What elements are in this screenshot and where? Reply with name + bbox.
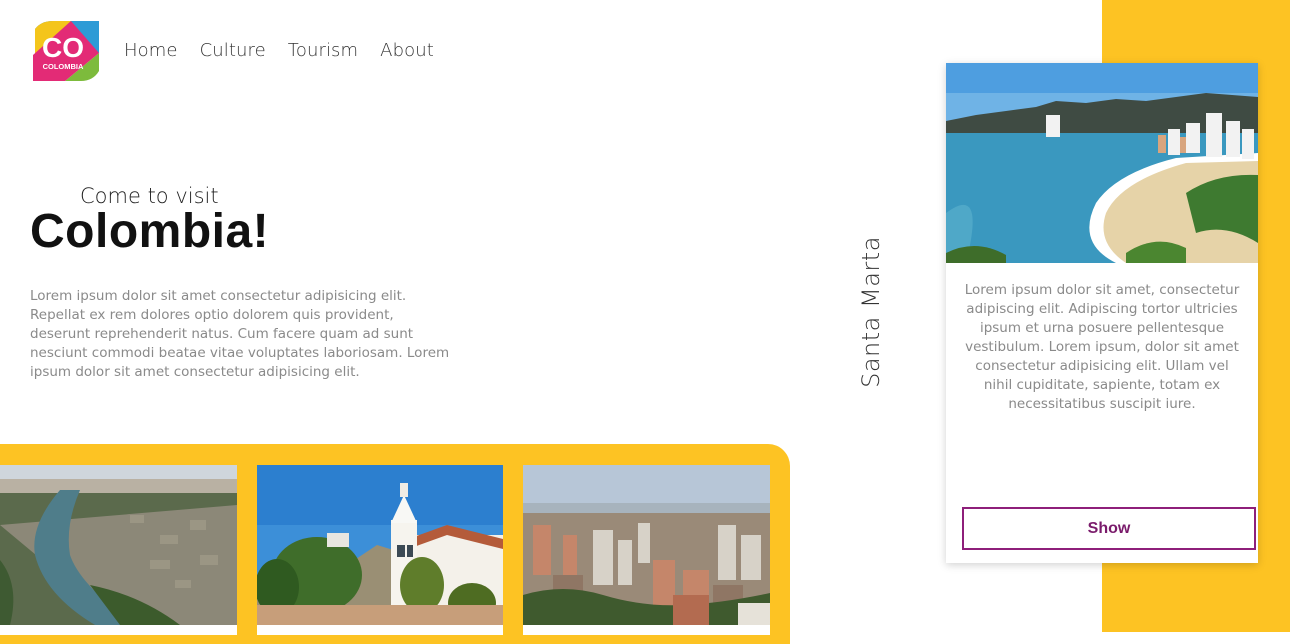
hero-description: Lorem ipsum dolor sit amet consectetur a… bbox=[30, 288, 450, 380]
colombia-logo-icon[interactable]: CO COLOMBIA bbox=[31, 19, 99, 82]
hero-title: Colombia! bbox=[30, 205, 270, 258]
gallery-image-river-city[interactable] bbox=[0, 465, 237, 625]
nav-about[interactable]: About bbox=[380, 40, 434, 61]
gallery-image-skyline[interactable] bbox=[523, 465, 770, 625]
featured-location-label: Santa Marta bbox=[857, 236, 885, 388]
nav-home[interactable]: Home bbox=[124, 40, 178, 61]
svg-text:COLOMBIA: COLOMBIA bbox=[43, 62, 84, 71]
nav-culture[interactable]: Culture bbox=[200, 40, 266, 61]
featured-description: Lorem ipsum dolor sit amet, consectetur … bbox=[964, 282, 1240, 412]
gallery-caption-3 bbox=[523, 625, 770, 635]
featured-image-santa-marta[interactable] bbox=[946, 63, 1258, 263]
nav-tourism[interactable]: Tourism bbox=[288, 40, 358, 61]
featured-card: Lorem ipsum dolor sit amet, consectetur … bbox=[946, 63, 1258, 563]
gallery-caption-2 bbox=[257, 625, 503, 635]
gallery-caption-1 bbox=[0, 625, 237, 635]
show-button[interactable]: Show bbox=[962, 507, 1256, 550]
main-nav: Home Culture Tourism About bbox=[124, 40, 434, 61]
gallery-image-church[interactable] bbox=[257, 465, 503, 625]
svg-text:CO: CO bbox=[42, 32, 84, 63]
